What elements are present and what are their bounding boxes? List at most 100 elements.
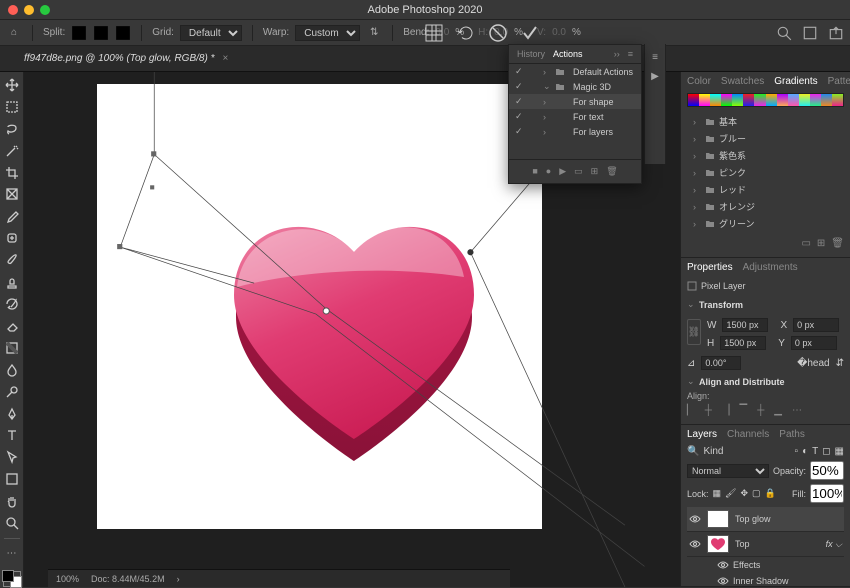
edit-toolbar-icon[interactable]: ⋯ <box>2 545 22 563</box>
tab-actions[interactable]: Actions <box>553 49 583 59</box>
visibility-icon[interactable] <box>717 575 729 587</box>
split-rows-icon[interactable] <box>93 25 109 41</box>
share-icon[interactable] <box>828 25 844 41</box>
new-group-icon[interactable]: ▭ <box>801 238 810 249</box>
gradient-folder[interactable]: ›基本 <box>687 113 844 130</box>
lock-paint-icon[interactable]: 🖌 <box>725 488 736 499</box>
action-row[interactable]: ›For shape <box>509 94 641 109</box>
layer-name[interactable]: Top <box>735 539 750 549</box>
marquee-tool[interactable] <box>2 98 22 116</box>
record-icon[interactable]: ● <box>546 166 551 177</box>
warp-orient-icon[interactable]: ⇅ <box>366 25 382 41</box>
angle-input[interactable] <box>701 356 741 370</box>
tab-properties[interactable]: Properties <box>687 262 733 273</box>
split-cols-icon[interactable] <box>115 25 131 41</box>
blend-mode-select[interactable]: Normal <box>687 464 769 478</box>
effects-label[interactable]: Effects <box>733 560 760 570</box>
zoom-tool[interactable] <box>2 514 22 532</box>
more-icon[interactable]: ⋯ <box>792 405 802 416</box>
visibility-icon[interactable] <box>717 559 729 571</box>
align-right-icon[interactable]: ▕ <box>722 405 730 416</box>
transform-heading[interactable]: Transform <box>699 300 743 310</box>
split-grid-icon[interactable] <box>71 25 87 41</box>
action-row[interactable]: ›For text <box>509 109 641 124</box>
reset-icon[interactable] <box>456 23 476 43</box>
gradient-folder[interactable]: ›オレンジ <box>687 198 844 215</box>
search-icon[interactable] <box>776 25 792 41</box>
stamp-tool[interactable] <box>2 273 22 291</box>
align-bottom-icon[interactable]: ▁ <box>774 405 782 416</box>
gradient-folder[interactable]: ›グリーン <box>687 215 844 232</box>
height-input[interactable] <box>720 336 766 350</box>
color-swatch[interactable] <box>3 571 21 587</box>
pen-tool[interactable] <box>2 405 22 423</box>
filter-smart-icon[interactable]: ▦ <box>835 446 844 457</box>
lock-trans-icon[interactable]: ▦ <box>713 488 722 499</box>
tab-gradients[interactable]: Gradients <box>774 76 817 87</box>
path-select-tool[interactable] <box>2 448 22 466</box>
healing-tool[interactable] <box>2 229 22 247</box>
tab-color[interactable]: Color <box>687 76 711 87</box>
close-window-icon[interactable] <box>8 5 18 15</box>
tab-channels[interactable]: Channels <box>727 429 769 440</box>
stop-icon[interactable]: ■ <box>532 166 537 177</box>
width-input[interactable] <box>722 318 768 332</box>
y-input[interactable] <box>791 336 837 350</box>
warp-mesh-icon[interactable] <box>424 23 444 43</box>
tab-layers[interactable]: Layers <box>687 429 717 440</box>
frame-tool[interactable] <box>2 186 22 204</box>
play-icon[interactable]: ▶ <box>651 71 659 82</box>
panel-menu-icon[interactable]: ≡ <box>652 52 658 63</box>
action-row[interactable]: ⌄Magic 3D <box>509 79 641 94</box>
tab-swatches[interactable]: Swatches <box>721 76 764 87</box>
action-row[interactable]: ›Default Actions <box>509 64 641 79</box>
zoom-level[interactable]: 100% <box>56 574 79 584</box>
filter-pixel-icon[interactable]: ▫ <box>795 446 799 457</box>
hand-tool[interactable] <box>2 492 22 510</box>
visibility-icon[interactable] <box>689 513 701 525</box>
home-icon[interactable]: ⌂ <box>6 25 22 41</box>
x-input[interactable] <box>793 318 839 332</box>
chevron-right-icon[interactable]: › <box>177 574 180 584</box>
commit-icon[interactable] <box>520 23 540 43</box>
flip-h-icon[interactable]: �head <box>797 358 830 369</box>
effect-item[interactable]: Inner Shadow <box>733 576 789 586</box>
shape-tool[interactable] <box>2 470 22 488</box>
collapse-icon[interactable]: ›› <box>614 49 620 59</box>
trash-icon[interactable]: 🗑 <box>606 166 617 177</box>
blur-tool[interactable] <box>2 361 22 379</box>
tab-paths[interactable]: Paths <box>779 429 805 440</box>
gradient-folder[interactable]: ›ピンク <box>687 164 844 181</box>
link-wh-icon[interactable]: ⛓ <box>687 319 701 345</box>
fx-badge[interactable]: fx ⌵ <box>826 539 842 550</box>
lock-all-icon[interactable]: 🔒 <box>765 488 776 499</box>
play-icon[interactable]: ▶ <box>559 166 566 177</box>
crop-tool[interactable] <box>2 164 22 182</box>
new-preset-icon[interactable]: ⊞ <box>817 238 825 249</box>
cancel-icon[interactable] <box>488 23 508 43</box>
tab-history[interactable]: History <box>517 49 545 59</box>
align-top-icon[interactable]: ▔ <box>740 405 748 416</box>
eyedropper-tool[interactable] <box>2 207 22 225</box>
lock-artboard-icon[interactable]: ▢ <box>752 488 761 499</box>
filter-shape-icon[interactable]: ◻ <box>822 446 830 457</box>
new-set-icon[interactable]: ▭ <box>574 166 583 177</box>
gradient-presets[interactable] <box>687 93 844 107</box>
align-hcenter-icon[interactable]: ┼ <box>705 405 712 416</box>
document-tab[interactable]: ff947d8e.png @ 100% (Top glow, RGB/8) * <box>24 53 214 64</box>
history-brush-tool[interactable] <box>2 295 22 313</box>
lasso-tool[interactable] <box>2 120 22 138</box>
grid-select[interactable]: Default <box>180 25 242 41</box>
tab-adjustments[interactable]: Adjustments <box>743 262 798 273</box>
align-heading[interactable]: Align and Distribute <box>699 377 785 387</box>
align-vcenter-icon[interactable]: ┼ <box>757 405 764 416</box>
layer-name[interactable]: Top glow <box>735 514 771 524</box>
layer-row[interactable]: Top fx ⌵ <box>687 532 844 557</box>
opacity-input[interactable] <box>810 461 844 480</box>
doc-size[interactable]: Doc: 8.44M/45.2M <box>91 574 165 584</box>
maximize-window-icon[interactable] <box>40 5 50 15</box>
close-tab-icon[interactable]: × <box>222 53 228 64</box>
action-row[interactable]: ›For layers <box>509 124 641 139</box>
new-action-icon[interactable]: ⊞ <box>591 166 599 177</box>
wand-tool[interactable] <box>2 142 22 160</box>
